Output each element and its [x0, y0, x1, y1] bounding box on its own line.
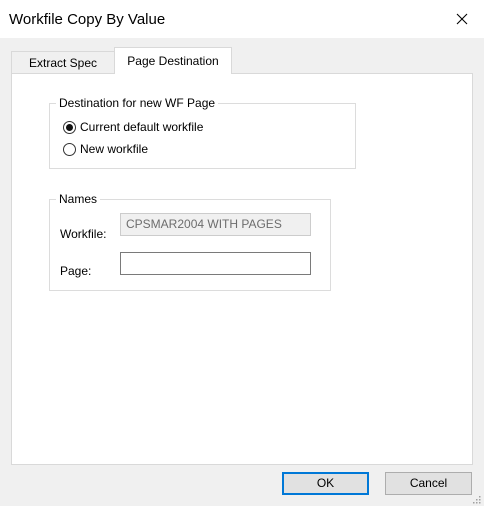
ok-button[interactable]: OK — [282, 472, 369, 495]
dialog-title: Workfile Copy By Value — [9, 11, 166, 28]
radio-button-checked[interactable] — [63, 120, 76, 134]
resize-grip-icon[interactable] — [471, 494, 481, 504]
dialog-window: Workfile Copy By Value Extract Spec Page… — [0, 0, 484, 506]
tab-panel-page-destination: Destination for new WF Page Current defa… — [11, 73, 473, 465]
names-group: Names Workfile: CPSMAR2004 WITH PAGES Pa… — [49, 192, 331, 291]
tab-page-destination[interactable]: Page Destination — [114, 47, 232, 74]
destination-group: Destination for new WF Page Current defa… — [49, 96, 356, 169]
tab-extract-spec[interactable]: Extract Spec — [11, 51, 115, 73]
workfile-label: Workfile: — [60, 227, 107, 241]
page-label: Page: — [60, 264, 92, 278]
page-input[interactable] — [120, 252, 311, 275]
close-button[interactable] — [440, 0, 484, 38]
title-bar: Workfile Copy By Value — [0, 0, 484, 38]
cancel-button[interactable]: Cancel — [385, 472, 472, 495]
radio-label-new-workfile: New workfile — [80, 142, 149, 156]
radio-button-unchecked[interactable] — [63, 142, 76, 156]
close-icon — [456, 13, 468, 25]
radio-new-workfile[interactable]: New workfile — [63, 142, 148, 156]
names-group-legend: Names — [56, 192, 101, 206]
workfile-field: CPSMAR2004 WITH PAGES — [120, 213, 311, 236]
radio-current-default-workfile[interactable]: Current default workfile — [63, 120, 203, 134]
radio-label-current-default-workfile: Current default workfile — [80, 120, 204, 134]
destination-group-legend: Destination for new WF Page — [56, 96, 219, 110]
